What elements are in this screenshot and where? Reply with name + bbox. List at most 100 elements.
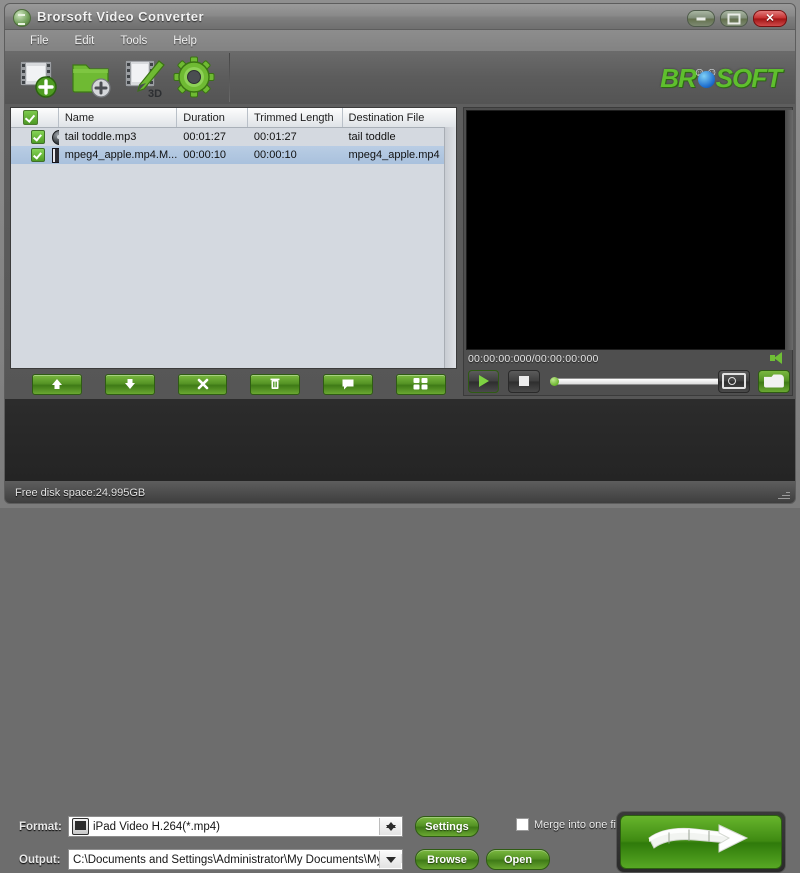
- svg-text:3D: 3D: [148, 88, 162, 100]
- convert-arrow-icon: [648, 824, 749, 853]
- video-film-icon: [52, 147, 59, 163]
- snapshot-button[interactable]: [717, 369, 750, 393]
- logo-text-left: BR: [660, 62, 697, 93]
- table-row[interactable]: tail toddle.mp3 00:01:27 00:01:27 tail t…: [11, 128, 456, 146]
- merge-checkbox[interactable]: [516, 818, 529, 831]
- play-icon: [478, 375, 489, 387]
- camera-icon: [721, 373, 746, 389]
- cell-destination-file: tail toddle: [348, 131, 396, 143]
- output-settings-panel: Format: iPad Video H.264(*.mp4) Settings…: [4, 399, 796, 873]
- window-controls: ✕: [687, 10, 787, 27]
- file-list: Name Duration Trimmed Length Destination…: [10, 107, 457, 369]
- toolbar-separator: [229, 53, 230, 102]
- app-icon: [13, 9, 31, 27]
- main-area: Name Duration Trimmed Length Destination…: [4, 104, 796, 399]
- chevron-down-icon[interactable]: [379, 851, 401, 868]
- column-header-trimmed-length[interactable]: Trimmed Length: [248, 108, 343, 127]
- convert-button[interactable]: [616, 811, 786, 873]
- grid-merge-icon: [413, 378, 428, 390]
- ipad-device-icon: [72, 818, 89, 835]
- toolbar: 3D BR SOFT: [4, 51, 796, 104]
- file-list-header: Name Duration Trimmed Length Destination…: [11, 108, 456, 128]
- maximize-button[interactable]: [720, 10, 748, 27]
- free-disk-space-text: Free disk space:24.995GB: [15, 486, 146, 499]
- edit-3d-button[interactable]: 3D: [121, 55, 169, 100]
- timecode-display: 00:00:00:000/00:00:00:000: [468, 353, 599, 365]
- column-header-duration[interactable]: Duration: [177, 108, 248, 127]
- output-path-select[interactable]: C:\Documents and Settings\Administrator\…: [68, 849, 403, 870]
- column-header-name[interactable]: Name: [59, 108, 178, 127]
- video-screen[interactable]: [466, 110, 790, 350]
- select-all-checkbox[interactable]: [23, 110, 38, 125]
- seek-track: [549, 377, 728, 385]
- seek-slider[interactable]: [549, 376, 728, 386]
- preview-panel: 00:00:00:000/00:00:00:000: [463, 107, 793, 396]
- add-video-button[interactable]: [15, 55, 63, 100]
- trash-icon: [270, 378, 280, 389]
- cell-name: mpeg4_apple.mp4.M...: [64, 149, 178, 161]
- merge-label: Merge into one file: [534, 818, 625, 831]
- brand-logo: BR ☺☺ SOFT: [660, 62, 782, 93]
- cell-destination-file: mpeg4_apple.mp4: [348, 149, 440, 161]
- move-up-button[interactable]: [32, 373, 82, 395]
- open-button[interactable]: Open: [486, 849, 550, 870]
- menu-item-file[interactable]: File: [17, 33, 62, 49]
- folder-open-icon: [763, 374, 784, 388]
- menu-item-tools[interactable]: Tools: [107, 33, 160, 49]
- merge-option: Merge into one file: [516, 818, 625, 831]
- file-list-actions: [10, 372, 457, 396]
- folder-plus-icon: [72, 64, 111, 98]
- merge-button[interactable]: [396, 373, 446, 395]
- close-button[interactable]: ✕: [753, 10, 787, 27]
- logo-text-right: SOFT: [715, 62, 782, 93]
- output-label: Output:: [19, 854, 61, 866]
- close-icon: ✕: [765, 12, 775, 24]
- row-checkbox[interactable]: [31, 130, 45, 144]
- clear-all-button[interactable]: [250, 373, 301, 395]
- subtitle-button[interactable]: [323, 373, 374, 395]
- move-down-button[interactable]: [104, 373, 155, 395]
- status-bar: Free disk space:24.995GB: [4, 481, 796, 504]
- column-header-checkbox: [11, 108, 59, 127]
- title-bar: Brorsoft Video Converter ✕: [4, 3, 796, 30]
- settings-gear-button[interactable]: [171, 55, 219, 100]
- row-select-cell: [11, 147, 59, 163]
- format-value: iPad Video H.264(*.mp4): [93, 820, 220, 833]
- audio-disc-icon: [52, 129, 59, 145]
- play-button[interactable]: [468, 369, 500, 393]
- speech-bubble-icon: [342, 379, 354, 390]
- globe-people-icon: ☺☺: [693, 65, 719, 91]
- format-stepper[interactable]: [379, 818, 401, 835]
- cell-duration: 00:01:27: [183, 131, 227, 143]
- preview-scrollbar[interactable]: [785, 110, 793, 350]
- stop-button[interactable]: [508, 369, 540, 393]
- menu-item-help[interactable]: Help: [160, 33, 210, 49]
- column-header-destination-file[interactable]: Destination File: [343, 108, 456, 127]
- table-row[interactable]: mpeg4_apple.mp4.M... 00:00:10 00:00:10 m…: [11, 146, 456, 164]
- file-list-scrollbar[interactable]: [444, 127, 456, 368]
- menu-item-edit[interactable]: Edit: [62, 33, 108, 49]
- film-plus-icon: [20, 61, 57, 98]
- open-snapshot-folder-button[interactable]: [757, 369, 790, 393]
- remove-button[interactable]: [177, 373, 228, 395]
- gear-icon: [173, 56, 215, 98]
- resize-grip[interactable]: [778, 487, 790, 499]
- row-checkbox[interactable]: [31, 148, 45, 162]
- format-label: Format:: [19, 821, 62, 833]
- window-title: Brorsoft Video Converter: [37, 9, 205, 24]
- minimize-button[interactable]: [687, 10, 715, 27]
- cell-trimmed-length: 00:00:10: [253, 149, 297, 161]
- menu-bar: File Edit Tools Help: [4, 30, 796, 51]
- speaker-icon[interactable]: [770, 352, 786, 365]
- arrow-up-icon: [51, 379, 62, 389]
- cell-duration: 00:00:10: [183, 149, 227, 161]
- format-select[interactable]: iPad Video H.264(*.mp4): [68, 816, 403, 837]
- close-x-icon: [197, 378, 208, 390]
- seek-handle[interactable]: [549, 376, 559, 386]
- player-controls: [468, 369, 790, 393]
- settings-button[interactable]: Settings: [415, 816, 479, 837]
- add-folder-button[interactable]: [68, 55, 116, 100]
- cell-trimmed-length: 00:01:27: [253, 131, 297, 143]
- application-window: Brorsoft Video Converter ✕ File Edit Too…: [0, 0, 800, 873]
- browse-button[interactable]: Browse: [415, 849, 479, 870]
